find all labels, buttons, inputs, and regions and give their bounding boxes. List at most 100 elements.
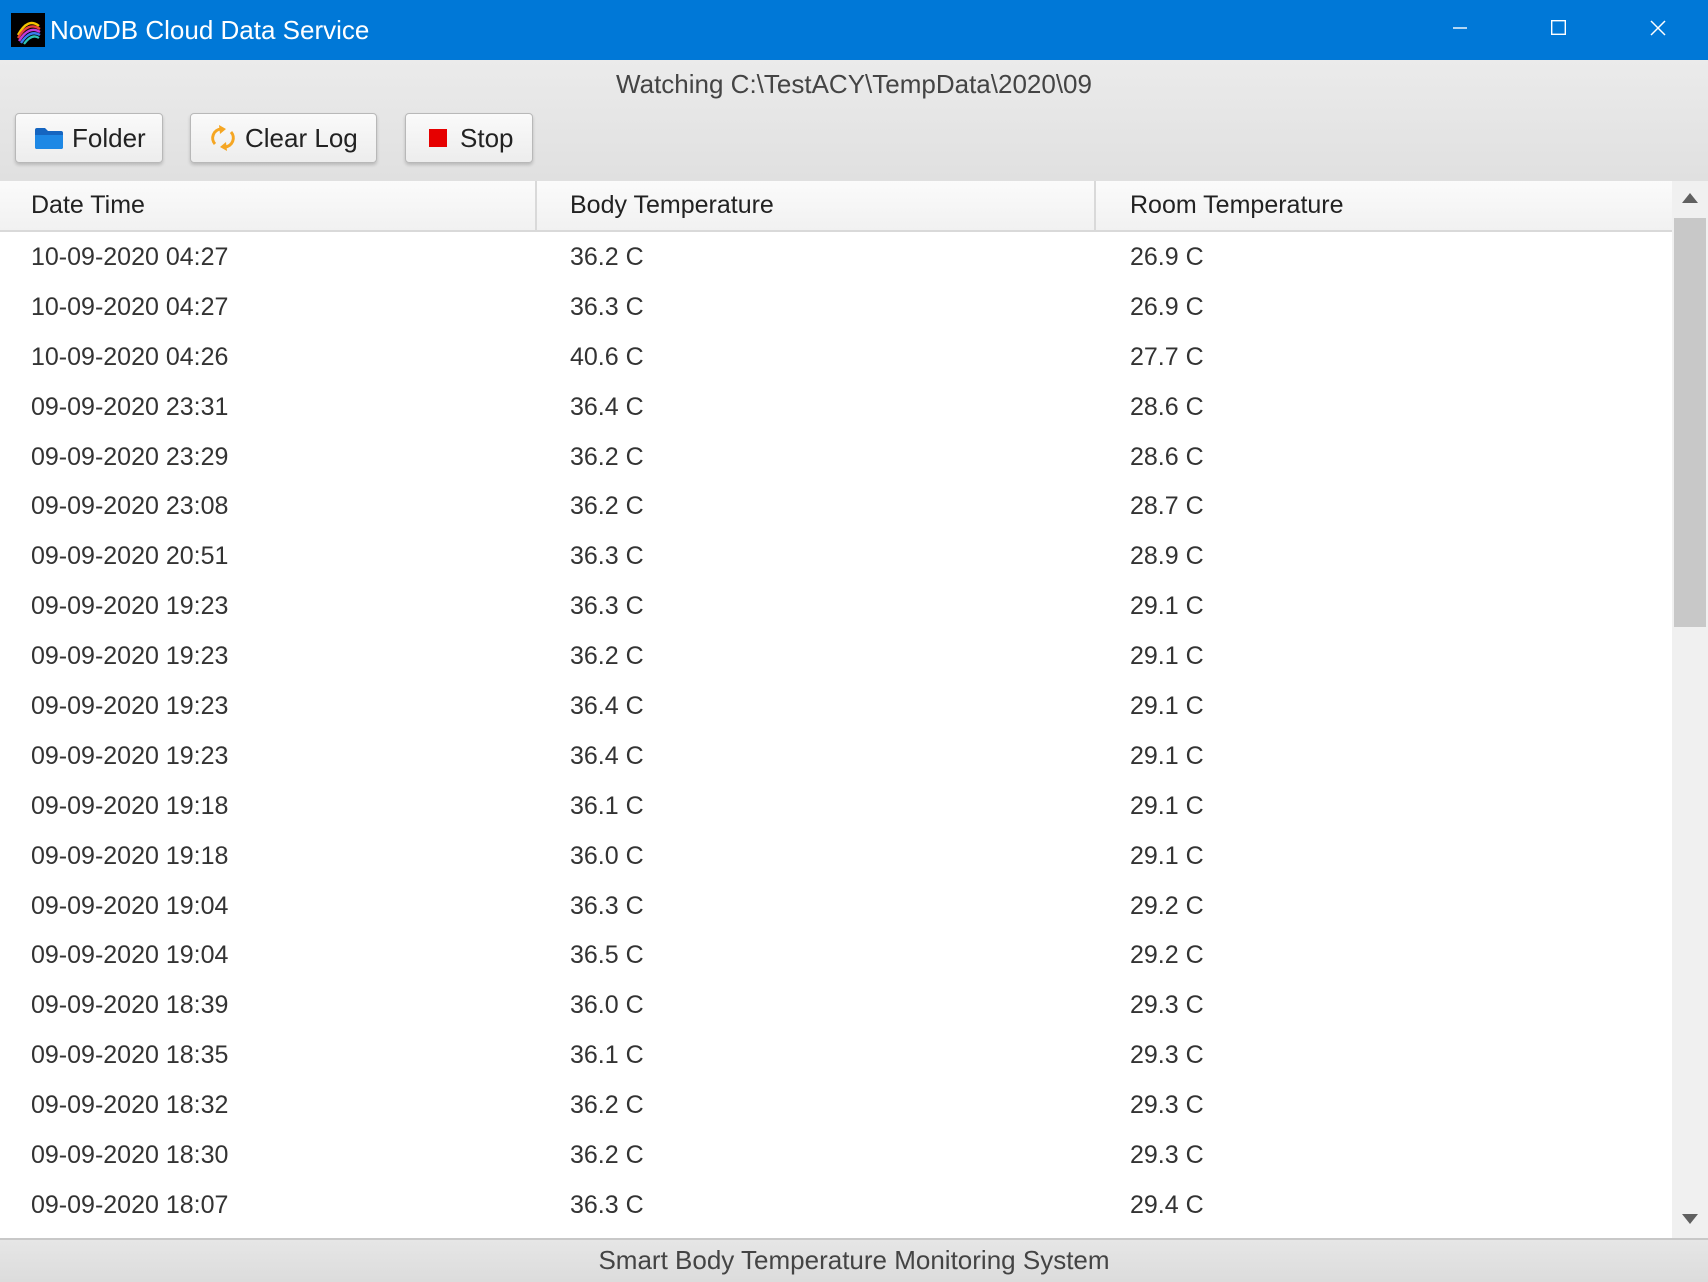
column-header-body-temperature[interactable]: Body Temperature <box>537 181 1096 230</box>
cell-date-time: 09-09-2020 19:23 <box>31 741 229 770</box>
maximize-button[interactable] <box>1508 0 1608 60</box>
cell-room-temperature: 29.3 C <box>1130 1091 1204 1120</box>
cell-date-time: 09-09-2020 23:29 <box>31 442 229 471</box>
title-bar[interactable]: NowDB Cloud Data Service <box>0 0 1708 60</box>
table-row[interactable]: 10-09-2020 04:27 36.2 C 26.9 C <box>0 232 1672 282</box>
cell-body-temperature: 36.3 C <box>570 1190 644 1219</box>
scroll-up-arrow-icon <box>1682 190 1698 208</box>
cell-room-temperature: 29.3 C <box>1130 1141 1204 1170</box>
table-row[interactable]: 10-09-2020 04:26 40.6 C 27.7 C <box>0 332 1672 382</box>
column-header-room-temperature[interactable]: Room Temperature <box>1096 181 1672 230</box>
cell-body-temperature: 36.4 C <box>570 692 644 721</box>
close-icon <box>1650 19 1666 41</box>
minimize-icon <box>1453 21 1467 40</box>
status-bar: Smart Body Temperature Monitoring System <box>0 1238 1708 1282</box>
cell-body-temperature: 36.0 C <box>570 841 644 870</box>
minimize-button[interactable] <box>1410 0 1510 60</box>
table-row[interactable]: 09-09-2020 18:32 36.2 C 29.3 C <box>0 1080 1672 1130</box>
cell-date-time: 10-09-2020 04:27 <box>31 292 229 321</box>
cell-date-time: 09-09-2020 18:35 <box>31 1041 229 1070</box>
table-row[interactable]: 09-09-2020 18:39 36.0 C 29.3 C <box>0 980 1672 1030</box>
cell-body-temperature: 36.2 C <box>570 492 644 521</box>
clear-log-button[interactable]: Clear Log <box>190 113 377 163</box>
table-row[interactable]: 09-09-2020 19:18 36.0 C 29.1 C <box>0 831 1672 881</box>
table-row[interactable]: 09-09-2020 18:30 36.2 C 29.3 C <box>0 1130 1672 1180</box>
cell-date-time: 09-09-2020 19:23 <box>31 592 229 621</box>
cell-date-time: 09-09-2020 23:08 <box>31 492 229 521</box>
close-button[interactable] <box>1608 0 1708 60</box>
toolbar: Watching C:\TestACY\TempData\2020\09 Fol… <box>0 60 1708 182</box>
column-header-date-time[interactable]: Date Time <box>0 181 537 230</box>
cell-body-temperature: 36.2 C <box>570 1091 644 1120</box>
cell-room-temperature: 29.3 C <box>1130 1041 1204 1070</box>
cell-room-temperature: 26.9 C <box>1130 292 1204 321</box>
cell-date-time: 09-09-2020 19:04 <box>31 891 229 920</box>
cell-body-temperature: 36.3 C <box>570 592 644 621</box>
status-text: Smart Body Temperature Monitoring System <box>598 1245 1110 1275</box>
cell-body-temperature: 36.5 C <box>570 941 644 970</box>
cell-body-temperature: 36.3 C <box>570 891 644 920</box>
cell-date-time: 09-09-2020 18:39 <box>31 991 229 1020</box>
cell-body-temperature: 36.2 C <box>570 243 644 271</box>
cell-body-temperature: 36.1 C <box>570 1041 644 1070</box>
cell-date-time: 09-09-2020 19:04 <box>31 941 229 970</box>
cell-body-temperature: 36.2 C <box>570 1141 644 1170</box>
table-row[interactable]: 09-09-2020 19:23 36.4 C 29.1 C <box>0 681 1672 731</box>
cell-body-temperature: 36.0 C <box>570 991 644 1020</box>
clear-log-button-label: Clear Log <box>245 122 358 153</box>
refresh-icon <box>209 124 237 152</box>
maximize-icon <box>1550 19 1566 40</box>
cell-body-temperature: 36.1 C <box>570 791 644 820</box>
cell-room-temperature: 27.7 C <box>1130 342 1204 371</box>
cell-room-temperature: 29.1 C <box>1130 592 1204 621</box>
cell-room-temperature: 28.7 C <box>1130 492 1204 521</box>
cell-room-temperature: 28.9 C <box>1130 542 1204 571</box>
table-row[interactable]: 09-09-2020 19:23 36.4 C 29.1 C <box>0 731 1672 781</box>
cell-room-temperature: 29.1 C <box>1130 841 1204 870</box>
cell-date-time: 09-09-2020 19:23 <box>31 642 229 671</box>
cell-body-temperature: 36.3 C <box>570 292 644 321</box>
scroll-down-arrow-icon <box>1682 1211 1698 1229</box>
folder-button[interactable]: Folder <box>15 113 163 163</box>
table-row[interactable]: 09-09-2020 19:18 36.1 C 29.1 C <box>0 781 1672 831</box>
cell-date-time: 09-09-2020 20:51 <box>31 542 229 571</box>
cell-body-temperature: 36.4 C <box>570 392 644 421</box>
table-row[interactable]: 09-09-2020 23:31 36.4 C 28.6 C <box>0 382 1672 432</box>
stop-icon <box>428 128 448 148</box>
scroll-up-button[interactable] <box>1672 181 1708 217</box>
cell-room-temperature: 29.1 C <box>1130 692 1204 721</box>
cell-room-temperature: 26.9 C <box>1130 243 1204 271</box>
watching-path-label: Watching C:\TestACY\TempData\2020\09 <box>616 69 1092 99</box>
stop-button-label: Stop <box>460 122 514 153</box>
cell-body-temperature: 36.3 C <box>570 542 644 571</box>
cell-room-temperature: 29.2 C <box>1130 941 1204 970</box>
table-row[interactable]: 09-09-2020 19:23 36.2 C 29.1 C <box>0 631 1672 681</box>
cell-room-temperature: 29.3 C <box>1130 991 1204 1020</box>
table-row[interactable]: 09-09-2020 23:29 36.2 C 28.6 C <box>0 432 1672 482</box>
table-row[interactable]: 10-09-2020 04:27 36.3 C 26.9 C <box>0 282 1672 332</box>
vertical-scrollbar[interactable] <box>1672 181 1708 1238</box>
table-row[interactable]: 09-09-2020 20:51 36.3 C 28.9 C <box>0 531 1672 581</box>
stop-button[interactable]: Stop <box>405 113 533 163</box>
table-row[interactable]: 09-09-2020 19:04 36.3 C 29.2 C <box>0 881 1672 931</box>
cell-room-temperature: 29.2 C <box>1130 891 1204 920</box>
table-row[interactable]: 09-09-2020 18:35 36.1 C 29.3 C <box>0 1030 1672 1080</box>
table-header: Date Time Body Temperature Room Temperat… <box>0 181 1672 232</box>
cell-date-time: 09-09-2020 18:32 <box>31 1091 229 1120</box>
log-table[interactable]: Date Time Body Temperature Room Temperat… <box>0 181 1708 1238</box>
table-row[interactable]: 09-09-2020 23:08 36.2 C 28.7 C <box>0 481 1672 531</box>
table-row[interactable]: 09-09-2020 19:23 36.3 C 29.1 C <box>0 581 1672 631</box>
scroll-down-button[interactable] <box>1672 1202 1708 1238</box>
window-title: NowDB Cloud Data Service <box>50 15 370 45</box>
table-row[interactable]: 09-09-2020 19:04 36.5 C 29.2 C <box>0 930 1672 980</box>
cell-date-time: 09-09-2020 19:18 <box>31 791 229 820</box>
nowdb-logo-icon <box>11 13 45 47</box>
app-window: NowDB Cloud Data Service Watching C:\Tes… <box>0 0 1708 1282</box>
cell-room-temperature: 29.1 C <box>1130 642 1204 671</box>
cell-date-time: 09-09-2020 18:07 <box>31 1190 229 1219</box>
cell-date-time: 09-09-2020 19:18 <box>31 841 229 870</box>
scrollbar-thumb[interactable] <box>1674 218 1706 627</box>
cell-room-temperature: 29.4 C <box>1130 1190 1204 1219</box>
cell-body-temperature: 40.6 C <box>570 342 644 371</box>
table-row[interactable]: 09-09-2020 18:07 36.3 C 29.4 C <box>0 1180 1672 1230</box>
